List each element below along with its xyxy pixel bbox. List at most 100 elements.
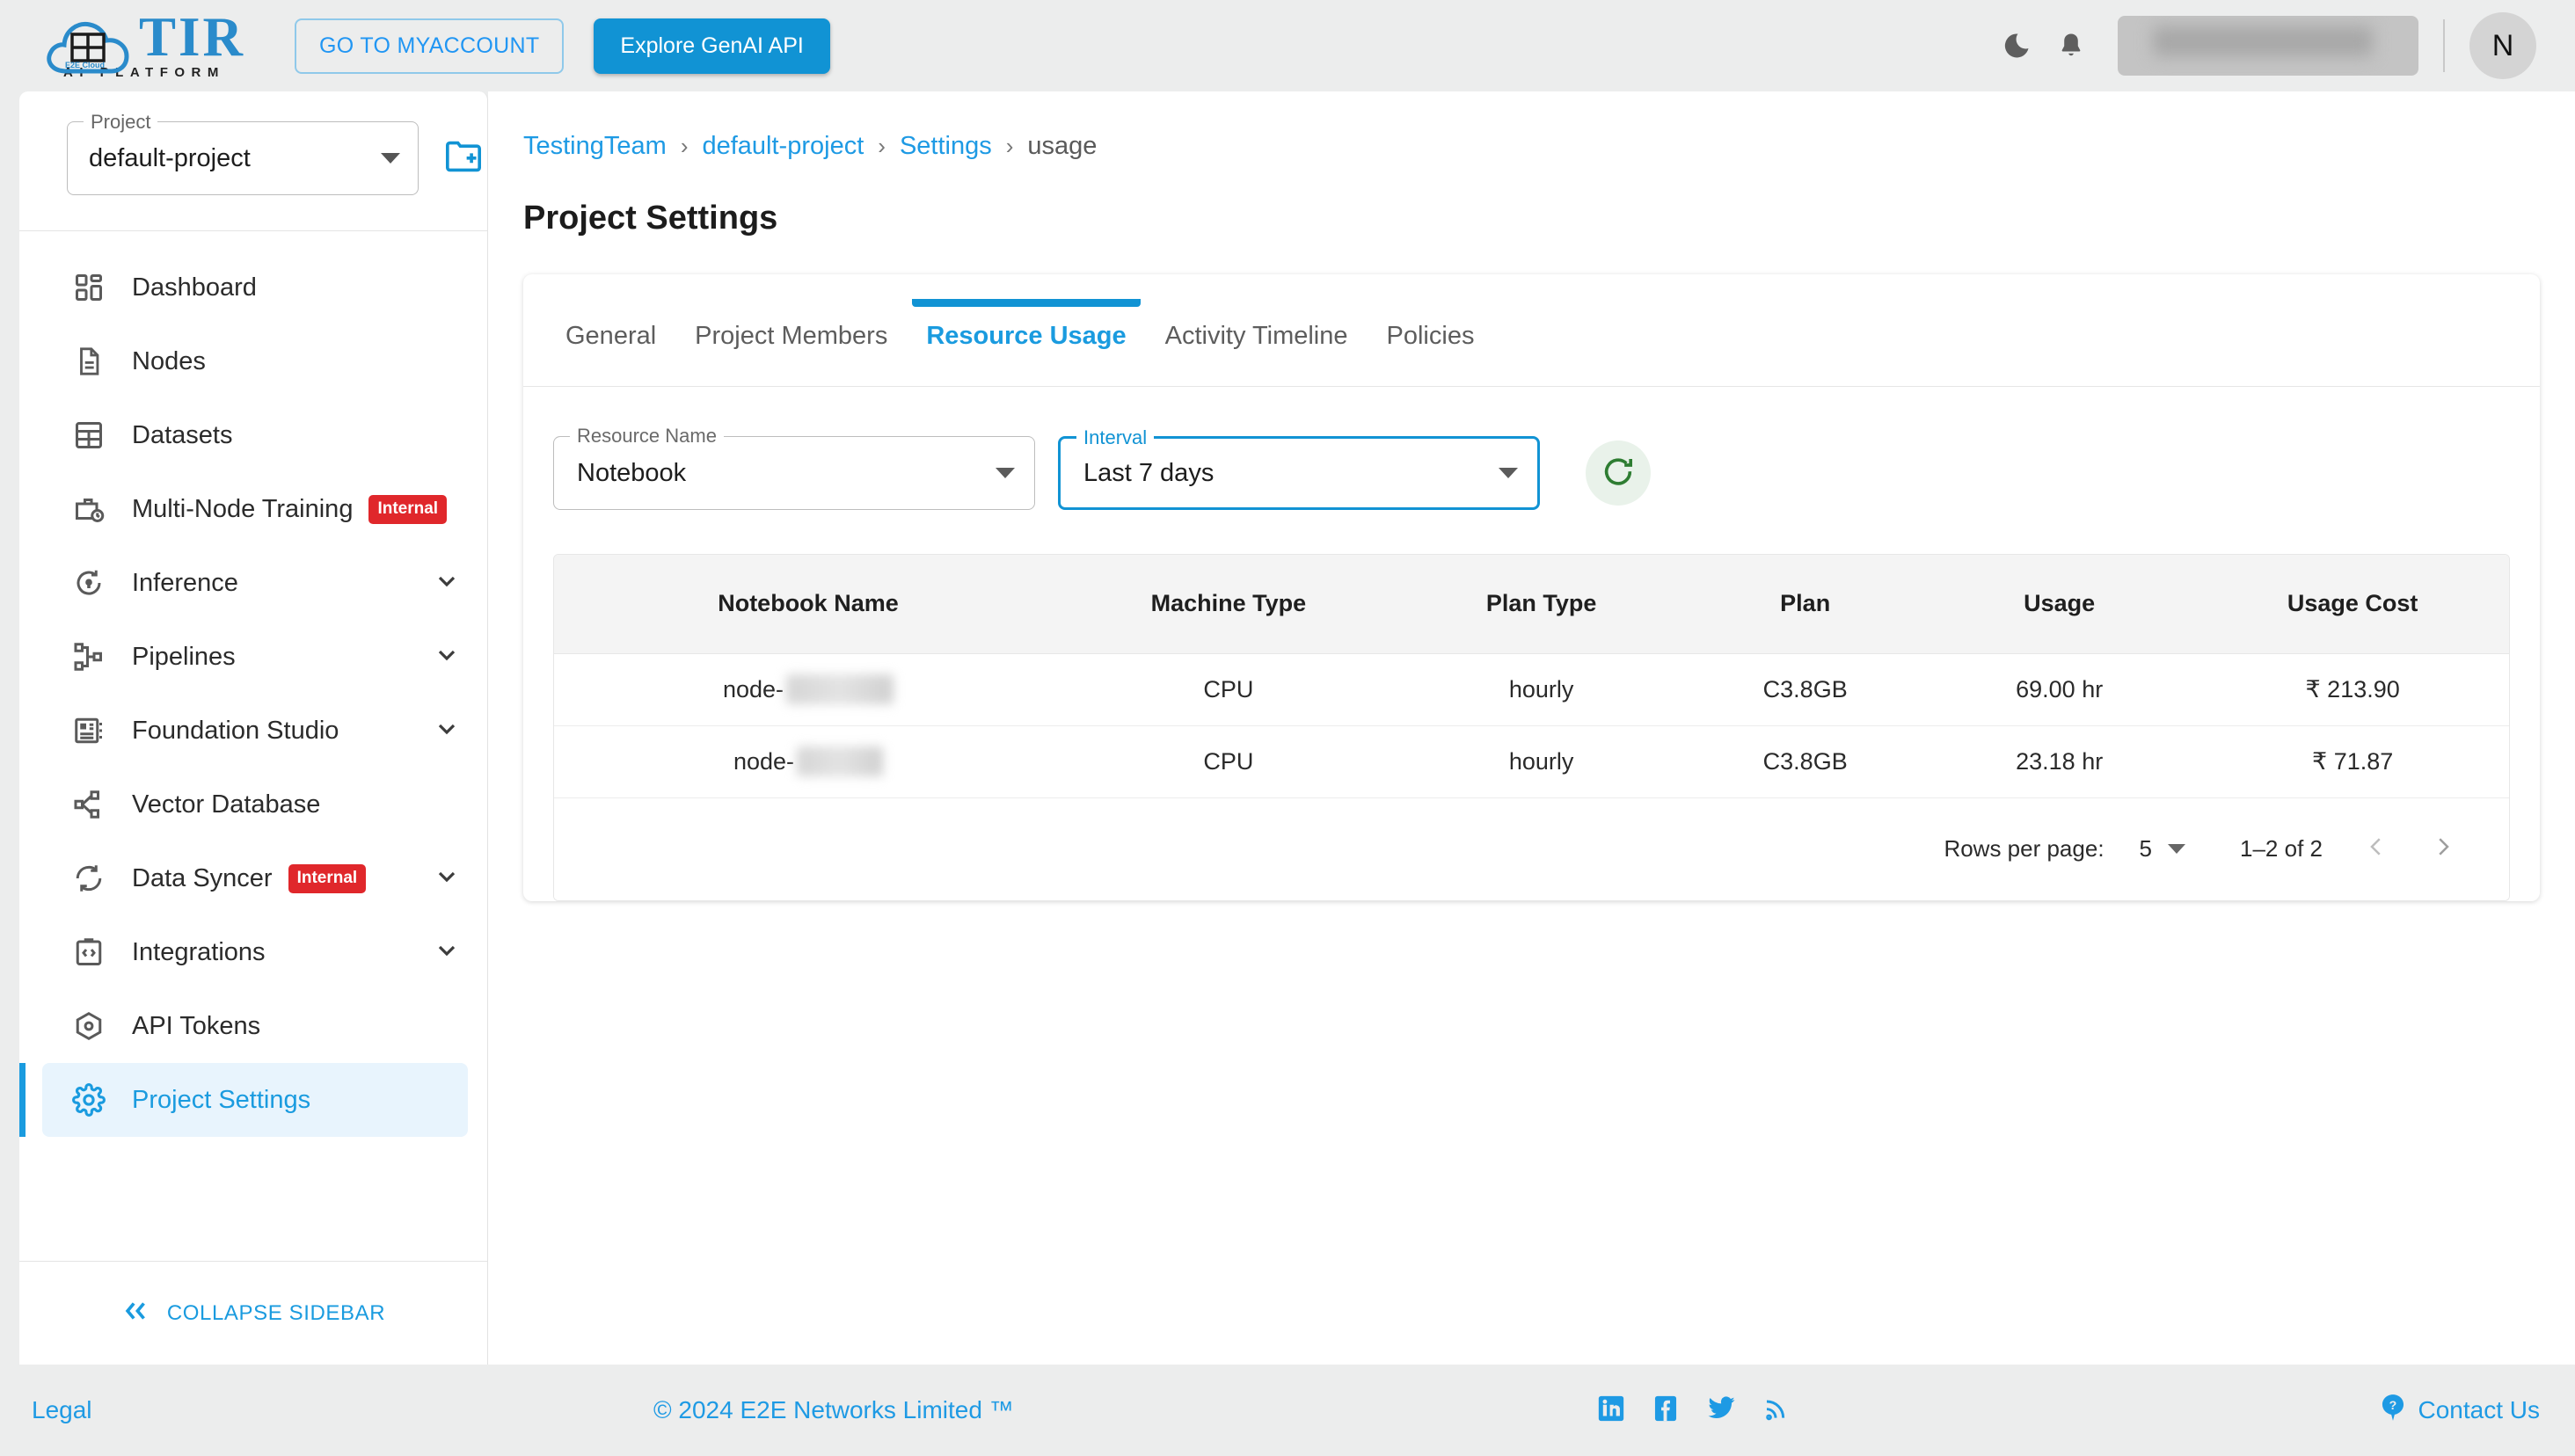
sidebar-item-api-tokens[interactable]: API Tokens (42, 989, 468, 1063)
e2e-cloud-wordmark: E2E Cloud (65, 61, 106, 69)
sidebar-item-label: Multi-Node Training (132, 494, 354, 523)
e2e-cloud-logo-icon: E2E Cloud (42, 13, 134, 78)
table-row[interactable]: node- CPU hourly C3.8GB 69.00 hr ₹ 213.9… (554, 653, 2509, 725)
sidebar: Project default-project Dashboard Nodes … (19, 91, 488, 1365)
refresh-icon (1601, 455, 1636, 492)
project-select[interactable]: Project default-project (67, 111, 419, 195)
cell-usage: 23.18 hr (2016, 747, 2104, 775)
pagination: Rows per page: 5 1–2 of 2 (554, 797, 2509, 900)
sidebar-item-vector-database[interactable]: Vector Database (42, 768, 468, 841)
chevron-down-icon (433, 863, 461, 895)
moon-icon[interactable] (1989, 18, 2044, 73)
page-footer: Legal © 2024 E2E Networks Limited ™ ? Co… (0, 1365, 2575, 1456)
linkedin-icon[interactable] (1596, 1394, 1626, 1428)
briefcase-clock-icon (69, 493, 109, 525)
go-to-myaccount-button[interactable]: GO TO MYACCOUNT (295, 18, 565, 74)
cube-icon (69, 1010, 109, 1042)
resource-name-select[interactable]: Resource Name Notebook (553, 425, 1035, 510)
column-header-machine-type: Machine Type (1061, 555, 1395, 654)
column-header-plan-type: Plan Type (1394, 555, 1689, 654)
column-header-usage: Usage (1922, 555, 2197, 654)
contact-us-link[interactable]: ? Contact Us (2378, 1393, 2540, 1429)
breadcrumb-item-testingteam[interactable]: TestingTeam (523, 132, 667, 161)
twitter-icon[interactable] (1705, 1394, 1737, 1428)
column-header-usage-cost: Usage Cost (2196, 555, 2509, 654)
sidebar-item-label: Vector Database (132, 790, 321, 819)
footer-social-links (1596, 1394, 1790, 1428)
breadcrumb-item-settings[interactable]: Settings (900, 132, 992, 161)
cell-machine-type: CPU (1203, 747, 1254, 775)
sidebar-item-foundation-studio[interactable]: Foundation Studio (42, 694, 468, 768)
tab-project-members[interactable]: Project Members (675, 322, 907, 386)
chevron-right-icon[interactable] (2430, 832, 2456, 866)
sidebar-item-nodes[interactable]: Nodes (42, 324, 468, 398)
breadcrumb-item-default-project[interactable]: default-project (702, 132, 864, 161)
facebook-icon[interactable] (1651, 1394, 1681, 1428)
notebook-name-redacted (786, 674, 894, 704)
project-selector-area: Project default-project (19, 91, 487, 230)
interval-select[interactable]: Interval Last 7 days (1058, 426, 1540, 510)
column-header-plan: Plan (1688, 555, 1923, 654)
usage-table-container: Notebook Name Machine Type Plan Type Pla… (553, 554, 2510, 901)
sidebar-item-label: Project Settings (132, 1085, 311, 1114)
new-folder-icon[interactable] (443, 139, 484, 178)
tab-activity-timeline[interactable]: Activity Timeline (1146, 322, 1368, 386)
sidebar-item-integrations[interactable]: Integrations (42, 915, 468, 989)
rows-per-page-label: Rows per page: (1944, 835, 2104, 862)
sidebar-item-inference[interactable]: Inference (42, 546, 468, 620)
cell-plan: C3.8GB (1762, 747, 1848, 775)
settings-card: General Project Members Resource Usage A… (523, 274, 2540, 901)
rows-per-page-select[interactable]: 5 (2139, 835, 2186, 863)
rows-per-page-value: 5 (2139, 835, 2153, 862)
table-header: Notebook Name Machine Type Plan Type Pla… (554, 555, 2509, 654)
avatar[interactable]: N (2469, 12, 2536, 79)
chevron-left-icon[interactable] (2363, 832, 2389, 866)
explore-genai-api-button[interactable]: Explore GenAI API (594, 18, 830, 74)
inference-icon (69, 567, 109, 599)
status-badge: Internal (288, 863, 367, 893)
chevron-down-icon (381, 153, 400, 164)
resource-name-value: Notebook (577, 458, 687, 487)
bell-icon[interactable] (2044, 18, 2098, 73)
chevron-down-icon (2168, 844, 2186, 854)
tab-policies[interactable]: Policies (1368, 322, 1494, 386)
sidebar-item-multi-node-training[interactable]: Multi-Node Training Internal (42, 472, 468, 546)
footer-legal-link[interactable]: Legal (32, 1396, 92, 1424)
question-mark-icon: ? (2378, 1393, 2408, 1429)
vector-db-icon (69, 789, 109, 820)
sidebar-item-data-syncer[interactable]: Data Syncer Internal (42, 841, 468, 915)
cell-plan: C3.8GB (1762, 675, 1848, 703)
header-divider (2443, 19, 2445, 72)
top-header-bar: E2E Cloud TIR AI PLATFORM GO TO MYACCOUN… (0, 0, 2575, 91)
account-name-redacted[interactable] (2118, 16, 2418, 76)
table-row[interactable]: node- CPU hourly C3.8GB 23.18 hr ₹ 71.87 (554, 725, 2509, 797)
rss-icon[interactable] (1762, 1394, 1790, 1428)
chevron-down-icon (996, 468, 1015, 478)
footer-copyright: © 2024 E2E Networks Limited ™ (653, 1396, 1014, 1423)
tab-general[interactable]: General (546, 322, 675, 386)
table-header-row: Notebook Name Machine Type Plan Type Pla… (554, 555, 2509, 654)
app-logo[interactable]: E2E Cloud TIR AI PLATFORM (42, 5, 246, 80)
logo-title: TIR (139, 5, 246, 68)
sidebar-item-label: Inference (132, 568, 238, 597)
refresh-button[interactable] (1586, 440, 1651, 506)
sidebar-item-dashboard[interactable]: Dashboard (42, 251, 468, 324)
collapse-sidebar-button[interactable]: COLLAPSE SIDEBAR (19, 1261, 487, 1365)
sidebar-item-label: Foundation Studio (132, 716, 339, 745)
main-content: TestingTeam › default-project › Settings… (488, 91, 2575, 1365)
cell-usage-cost: ₹ 71.87 (2312, 747, 2394, 775)
notebook-name-prefix: node- (722, 675, 784, 703)
tab-resource-usage[interactable]: Resource Usage (907, 299, 1145, 386)
sidebar-item-project-settings[interactable]: Project Settings (19, 1063, 468, 1137)
sidebar-item-datasets[interactable]: Datasets (42, 398, 468, 472)
sidebar-item-label: Dashboard (132, 273, 257, 302)
gear-icon (69, 1083, 109, 1117)
sidebar-item-pipelines[interactable]: Pipelines (42, 620, 468, 694)
resource-name-label: Resource Name (570, 425, 724, 448)
usage-table: Notebook Name Machine Type Plan Type Pla… (554, 555, 2509, 798)
breadcrumb-separator: › (680, 133, 689, 159)
notebook-name-prefix: node- (733, 747, 795, 775)
sidebar-item-label: Integrations (132, 937, 266, 966)
sidebar-item-label: API Tokens (132, 1011, 261, 1040)
chevron-down-icon (1499, 468, 1518, 478)
